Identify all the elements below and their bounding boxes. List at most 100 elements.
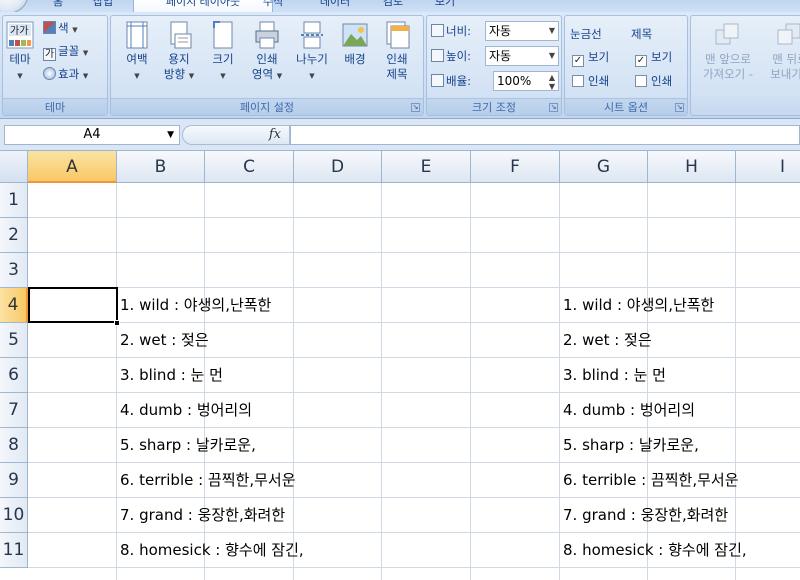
cell-g4[interactable]: 1. wild : 야생의,난폭한 xyxy=(560,288,714,323)
scale-spinner[interactable]: 100% ▲ ▼ xyxy=(493,71,559,91)
headings-print-checkbox[interactable]: 인쇄 xyxy=(635,73,672,89)
row-header-9[interactable]: 9 xyxy=(0,463,28,498)
row-header-10[interactable]: 10 xyxy=(0,498,28,533)
tab-home[interactable]: 홈 xyxy=(48,0,68,12)
print-titles-button[interactable]: 인쇄 제목 xyxy=(377,20,417,82)
cell-b5[interactable]: 2. wet : 젖은 xyxy=(117,323,209,358)
column-header-b[interactable]: B xyxy=(117,151,205,183)
scale-to-fit-group: 너비: 자동 ▼ 높이: 자동 ▼ 배율: 100% ▲ ▼ 크기 조정 ↘ xyxy=(426,15,562,116)
tab-review[interactable]: 검토 xyxy=(378,0,408,12)
effects-dropdown-icon: ▼ xyxy=(82,72,89,80)
margins-button[interactable]: 여백 ▼ xyxy=(117,20,157,84)
gridlines-view-label: 보기 xyxy=(588,50,610,64)
size-button[interactable]: 크기 ▼ xyxy=(203,20,243,84)
orientation-icon xyxy=(165,20,193,50)
row-header-7[interactable]: 7 xyxy=(0,393,28,428)
active-cell-selection[interactable] xyxy=(28,287,118,323)
cell-g6[interactable]: 3. blind : 눈 먼 xyxy=(560,358,666,393)
bring-to-front-button[interactable]: 맨 앞으로 가져오기 - xyxy=(695,20,761,82)
scale-launcher-icon[interactable]: ↘ xyxy=(549,103,558,112)
cell-b8[interactable]: 5. sharp : 날카로운, xyxy=(117,428,256,463)
cell-g11[interactable]: 8. homesick : 향수에 잠긴, xyxy=(560,533,747,568)
themes-label: 테마 xyxy=(9,52,31,66)
column-header-f[interactable]: F xyxy=(471,151,560,183)
breaks-button[interactable]: 나누기 ▼ xyxy=(289,20,335,84)
themes-group-label: 테마 xyxy=(3,98,107,115)
cell-g9[interactable]: 6. terrible : 끔찍한,무서운 xyxy=(560,463,739,498)
row-header-3[interactable]: 3 xyxy=(0,253,28,288)
page-setup-launcher-icon[interactable]: ↘ xyxy=(411,103,420,112)
margins-icon xyxy=(123,20,151,50)
column-header-d[interactable]: D xyxy=(294,151,382,183)
effects-icon xyxy=(43,67,56,80)
column-header-g[interactable]: G xyxy=(560,151,648,183)
orientation-label-1: 용지 xyxy=(168,52,190,66)
gridline xyxy=(293,183,294,580)
scale-icon xyxy=(431,74,444,87)
row-header-5[interactable]: 5 xyxy=(0,323,28,358)
cell-b4[interactable]: 1. wild : 야생의,난폭한 xyxy=(117,288,271,323)
cell-b11[interactable]: 8. homesick : 향수에 잠긴, xyxy=(117,533,304,568)
insert-function-icon[interactable]: fx xyxy=(269,127,281,142)
theme-fonts-label: 글꼴 xyxy=(58,44,80,58)
gridlines-view-check-icon: ✓ xyxy=(572,55,584,67)
theme-effects-label: 효과 xyxy=(58,67,80,81)
headings-view-checkbox[interactable]: ✓ 보기 xyxy=(635,49,672,67)
width-label: 너비: xyxy=(446,24,472,38)
office-button[interactable] xyxy=(0,0,28,12)
tab-insert[interactable]: 삽입 xyxy=(88,0,118,12)
tab-formulas[interactable]: 수식 xyxy=(258,0,288,12)
print-area-button[interactable]: 인쇄 영역 ▼ xyxy=(247,20,287,84)
background-button[interactable]: 배경 xyxy=(335,20,375,67)
formula-input[interactable] xyxy=(290,125,800,145)
tab-page-layout[interactable]: 페이지 레이아웃 xyxy=(133,0,273,12)
breaks-icon xyxy=(298,20,326,50)
cell-g10[interactable]: 7. grand : 웅장한,화려한 xyxy=(560,498,728,533)
row-header-8[interactable]: 8 xyxy=(0,428,28,463)
name-box[interactable]: A4 ▼ xyxy=(4,125,180,145)
column-header-a[interactable]: A xyxy=(28,151,117,183)
cell-b6[interactable]: 3. blind : 눈 먼 xyxy=(117,358,223,393)
scale-spin-icon[interactable]: ▲ ▼ xyxy=(549,73,555,91)
orientation-button[interactable]: 용지 방향 ▼ xyxy=(159,20,199,84)
column-header-c[interactable]: C xyxy=(205,151,294,183)
height-icon xyxy=(431,49,444,62)
tab-data[interactable]: 데이터 xyxy=(313,0,357,12)
print-titles-label-2: 제목 xyxy=(386,67,408,81)
select-all-corner[interactable] xyxy=(0,151,28,183)
orientation-dropdown-icon: ▼ xyxy=(188,72,195,80)
row-header-6[interactable]: 6 xyxy=(0,358,28,393)
name-box-dropdown-icon[interactable]: ▼ xyxy=(167,126,174,144)
cell-b9[interactable]: 6. terrible : 끔찍한,무서운 xyxy=(117,463,296,498)
row-header-2[interactable]: 2 xyxy=(0,218,28,253)
scale-row: 배율: xyxy=(431,73,471,89)
row-header-4[interactable]: 4 xyxy=(0,288,28,323)
sheet-options-launcher-icon[interactable]: ↘ xyxy=(675,103,684,112)
background-label: 배경 xyxy=(344,52,366,66)
gridlines-view-checkbox[interactable]: ✓ 보기 xyxy=(572,49,609,67)
send-to-back-button[interactable]: 맨 뒤로보내기 - xyxy=(765,20,800,82)
theme-fonts-button[interactable]: 가 글꼴 ▼ xyxy=(43,43,88,61)
column-header-h[interactable]: H xyxy=(648,151,736,183)
cell-b10[interactable]: 7. grand : 웅장한,화려한 xyxy=(117,498,285,533)
column-header-e[interactable]: E xyxy=(382,151,471,183)
gridlines-print-checkbox[interactable]: 인쇄 xyxy=(572,73,609,89)
themes-button[interactable]: 가가 테마 ▼ xyxy=(3,20,37,84)
width-select[interactable]: 자동 ▼ xyxy=(485,21,559,41)
column-header-i[interactable]: I xyxy=(736,151,800,183)
size-dropdown-icon: ▼ xyxy=(220,72,226,80)
row-header-1[interactable]: 1 xyxy=(0,183,28,218)
row-header-11[interactable]: 11 xyxy=(0,533,28,568)
width-dropdown-icon: ▼ xyxy=(548,26,555,35)
size-label: 크기 xyxy=(212,52,234,66)
headings-header: 제목 xyxy=(631,27,653,41)
cell-g5[interactable]: 2. wet : 젖은 xyxy=(560,323,652,358)
cell-b7[interactable]: 4. dumb : 벙어리의 xyxy=(117,393,252,428)
theme-colors-button[interactable]: 색 ▼ xyxy=(43,20,78,38)
theme-effects-button[interactable]: 효과 ▼ xyxy=(43,66,88,84)
fill-handle[interactable] xyxy=(114,320,120,326)
height-select[interactable]: 자동 ▼ xyxy=(485,46,559,66)
tab-view[interactable]: 보기 xyxy=(430,0,460,12)
cell-g7[interactable]: 4. dumb : 벙어리의 xyxy=(560,393,695,428)
cell-g8[interactable]: 5. sharp : 날카로운, xyxy=(560,428,699,463)
